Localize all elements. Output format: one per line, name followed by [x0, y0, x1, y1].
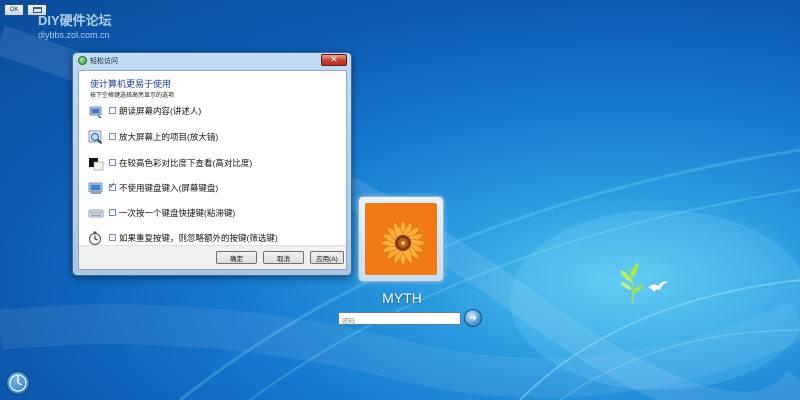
dialog-heading: 使计算机更易于使用	[90, 79, 172, 89]
ease-of-access-dialog: 轻松访问 ✕ 使计算机更易于使用 按下空格键选择高亮显示的选项 朗读屏幕内容(讲…	[72, 52, 352, 276]
filter-keys-icon	[89, 231, 101, 245]
watermark: DIY硬件论坛 diybbs.zol.com.cn	[38, 10, 112, 40]
windows-brand-icon	[620, 262, 668, 305]
ok-button[interactable]: 确定	[216, 251, 257, 264]
password-input[interactable]: 密码	[338, 312, 461, 325]
watermark-title: DIY硬件论坛	[38, 13, 112, 28]
apply-button[interactable]: 应用(A)	[310, 251, 344, 264]
option-magnifier[interactable]: 放大屏幕上的项目(放大镜)	[88, 129, 343, 145]
user-tile[interactable]	[358, 196, 444, 282]
dialog-title: 轻松访问	[90, 58, 118, 65]
accessibility-icon	[9, 374, 27, 392]
onscreen-keyboard-checkbox[interactable]: ✓	[109, 181, 116, 191]
flower-image	[365, 203, 437, 275]
sticky-keys-icon	[88, 209, 104, 218]
option-onscreen-keyboard-label: 不使用键盘键入(屏幕键盘)	[119, 183, 219, 193]
option-narrator[interactable]: 朗读屏幕内容(讲述人)	[88, 103, 343, 119]
arrow-right-icon: ➜	[468, 312, 478, 324]
high-contrast-icon	[89, 158, 104, 171]
onscreen-keyboard-icon	[88, 182, 103, 194]
option-sticky-keys-label: 一次按一个键盘快捷键(粘滞键)	[119, 208, 236, 218]
close-button[interactable]: ✕	[321, 54, 347, 66]
dialog-footer: 确定 取消 应用(A)	[79, 245, 346, 269]
option-filter-keys-label: 如果重复按键，则忽略额外的按键(筛选键)	[119, 233, 278, 243]
ease-of-access-button[interactable]	[6, 371, 30, 395]
dialog-content: 使计算机更易于使用 按下空格键选择高亮显示的选项 朗读屏幕内容(讲述人) 放大屏…	[78, 70, 347, 270]
magnifier-checkbox[interactable]	[109, 133, 116, 140]
option-sticky-keys[interactable]: 一次按一个键盘快捷键(粘滞键)	[88, 205, 343, 221]
password-placeholder: 密码	[342, 318, 355, 325]
dialog-titlebar[interactable]: 轻松访问 ✕	[73, 53, 351, 69]
system-ok-label: OK	[9, 7, 19, 13]
option-narrator-label: 朗读屏幕内容(讲述人)	[119, 106, 202, 116]
narrator-icon	[89, 106, 102, 118]
dialog-subheading: 按下空格键选择高亮显示的选项	[90, 93, 175, 99]
option-filter-keys[interactable]: 如果重复按键，则忽略额外的按键(筛选键)	[88, 230, 343, 246]
checkmark-icon: ✓	[109, 181, 116, 190]
watermark-url: diybbs.zol.com.cn	[38, 30, 110, 40]
user-avatar	[365, 203, 437, 275]
magnifier-icon	[88, 130, 103, 145]
option-high-contrast[interactable]: 在较高色彩对比度下查看(高对比度)	[88, 155, 343, 171]
narrator-checkbox[interactable]	[109, 107, 116, 114]
option-onscreen-keyboard[interactable]: ✓ 不使用键盘键入(屏幕键盘)	[88, 180, 343, 196]
option-high-contrast-label: 在较高色彩对比度下查看(高对比度)	[119, 158, 253, 168]
close-icon: ✕	[330, 55, 338, 65]
filter-keys-checkbox[interactable]	[109, 234, 116, 241]
user-name: MYTH	[382, 290, 422, 306]
system-ok-button[interactable]: OK	[4, 4, 24, 16]
sticky-keys-checkbox[interactable]	[109, 209, 116, 216]
login-submit-button[interactable]: ➜	[464, 309, 482, 327]
cancel-button[interactable]: 取消	[263, 251, 304, 264]
high-contrast-checkbox[interactable]	[109, 159, 116, 166]
option-magnifier-label: 放大屏幕上的项目(放大镜)	[119, 132, 219, 142]
ease-of-access-icon	[78, 56, 87, 65]
